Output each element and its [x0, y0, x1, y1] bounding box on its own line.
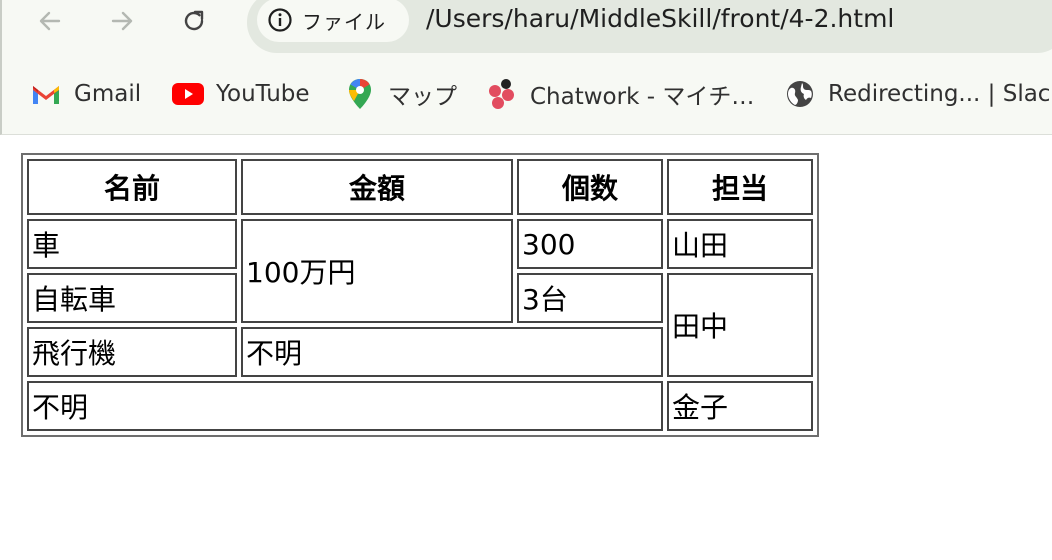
cell-name: 不明: [27, 381, 663, 431]
table-row: 不明 金子: [27, 381, 813, 431]
table-header-row: 名前 金額 個数 担当: [27, 159, 813, 215]
cell-amount: 100万円: [241, 219, 513, 323]
cell-name: 飛行機: [27, 327, 237, 377]
chatwork-icon: [486, 78, 518, 110]
forward-button[interactable]: [102, 1, 142, 41]
site-info-chip[interactable]: ファイル: [257, 0, 409, 42]
data-table: 名前 金額 個数 担当 車 100万円 300 山田 自転車 3台 田中 飛行機…: [21, 153, 819, 437]
cell-person: 山田: [667, 219, 813, 269]
url-text[interactable]: /Users/haru/MiddleSkill/front/4-2.html: [426, 4, 894, 33]
cell-person: 田中: [667, 273, 813, 377]
header-amount: 金額: [241, 159, 513, 215]
arrow-right-icon: [111, 11, 133, 31]
back-button[interactable]: [30, 1, 70, 41]
cell-person: 金子: [667, 381, 813, 431]
maps-pin-icon: [344, 78, 376, 110]
browser-toolbar: ファイル /Users/haru/MiddleSkill/front/4-2.h…: [0, 0, 1052, 135]
bookmark-label: Gmail: [74, 81, 142, 107]
page-content: 名前 金額 個数 担当 車 100万円 300 山田 自転車 3台 田中 飛行機…: [0, 136, 1052, 560]
bookmark-label: Chatwork - マイチ…: [530, 84, 755, 110]
gmail-icon: [30, 78, 62, 110]
scheme-label: ファイル: [302, 9, 386, 34]
reload-button[interactable]: [174, 1, 214, 41]
bookmark-label: YouTube: [216, 81, 310, 107]
bookmark-gmail[interactable]: Gmail: [30, 76, 141, 112]
header-count: 個数: [517, 159, 663, 215]
info-icon: [268, 8, 292, 32]
arrow-left-icon: [39, 11, 61, 31]
header-person: 担当: [667, 159, 813, 215]
bookmark-label: マップ: [388, 84, 457, 110]
reload-icon: [184, 10, 204, 31]
bookmark-label: Redirecting... | Slack: [828, 81, 1052, 107]
cell-name: 自転車: [27, 273, 237, 323]
bookmark-youtube[interactable]: YouTube: [172, 76, 310, 112]
bookmark-maps[interactable]: マップ: [344, 76, 457, 112]
youtube-icon: [172, 78, 204, 110]
cell-name: 車: [27, 219, 237, 269]
bookmark-chatwork[interactable]: Chatwork - マイチ…: [486, 76, 754, 112]
table-row: 車 100万円 300 山田: [27, 219, 813, 323]
cell-amount: 不明: [241, 327, 663, 377]
header-name: 名前: [27, 159, 237, 215]
globe-icon: [784, 78, 816, 110]
cell-count: 300: [517, 219, 663, 269]
bookmark-slack-redirect[interactable]: Redirecting... | Slack: [784, 76, 1052, 112]
cell-count: 3台: [517, 273, 663, 323]
